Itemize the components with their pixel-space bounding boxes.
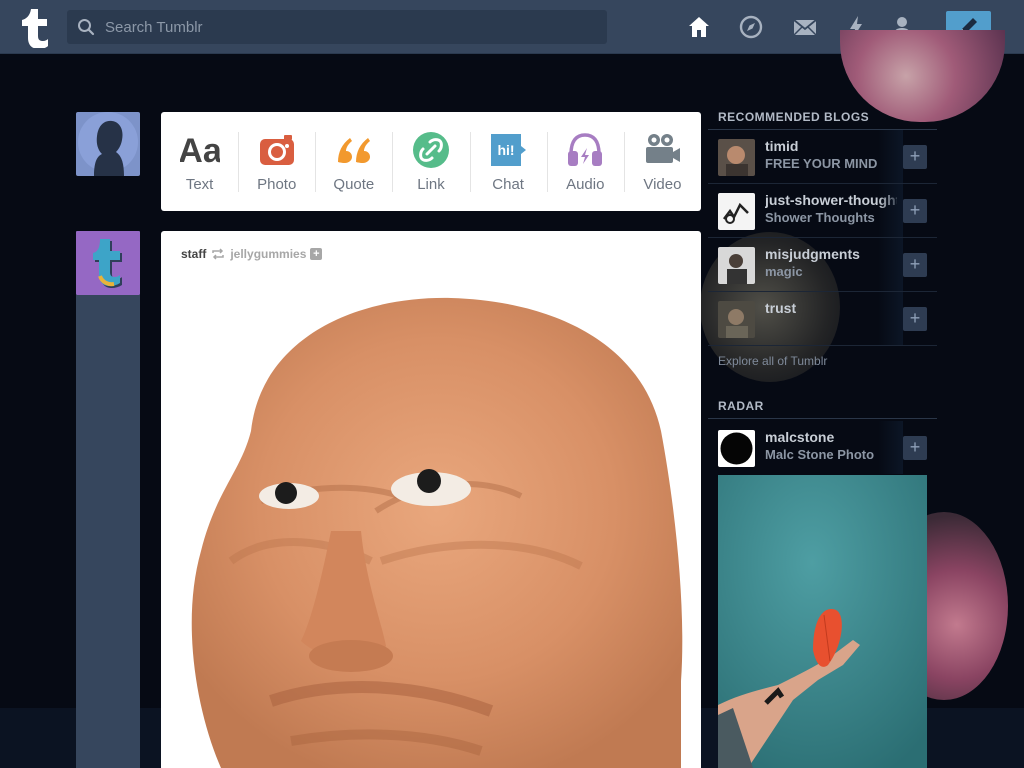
recommended-blog-item[interactable]: misjudgments magic + <box>708 238 937 292</box>
search-icon <box>78 19 95 36</box>
explore-compass-icon[interactable] <box>738 14 764 40</box>
post-type-label: Photo <box>257 176 297 193</box>
svg-text:Aa: Aa <box>180 132 220 170</box>
post-type-label: Chat <box>492 176 524 193</box>
post-type-chat[interactable]: hi! Chat <box>469 112 547 211</box>
post-author-column <box>76 231 140 768</box>
recommended-blog-item[interactable]: timid FREE YOUR MIND + <box>708 130 937 184</box>
radar-post-photo[interactable] <box>718 475 927 768</box>
blog-avatar[interactable] <box>718 193 755 230</box>
post-type-label: Quote <box>333 176 375 193</box>
blog-avatar[interactable] <box>718 301 755 338</box>
search-input[interactable] <box>105 10 600 44</box>
quote-icon <box>337 138 370 163</box>
post-type-link[interactable]: Link <box>392 112 469 211</box>
floating-avatar-bubble <box>840 30 1005 122</box>
text-fade <box>878 421 903 474</box>
dashboard-post: staff jellygummies + <box>161 231 701 768</box>
follow-button[interactable]: + <box>903 436 927 460</box>
blog-avatar[interactable] <box>718 247 755 284</box>
video-camera-icon <box>646 134 681 163</box>
explore-tumblr-link[interactable]: Explore all of Tumblr <box>718 354 827 368</box>
post-type-photo[interactable]: Photo <box>238 112 315 211</box>
recommended-blog-item[interactable]: just-shower-thoughts Shower Thoughts + <box>708 184 937 238</box>
follow-button[interactable]: + <box>903 307 927 331</box>
text-fade <box>878 238 903 291</box>
tumblr-logo-icon[interactable] <box>14 6 54 49</box>
search-bar[interactable] <box>67 10 607 44</box>
post-type-label: Video <box>643 176 682 193</box>
post-type-label: Text <box>185 176 214 193</box>
reblog-icon <box>212 248 225 260</box>
post-author-avatar[interactable] <box>76 231 140 295</box>
divider <box>708 418 937 419</box>
post-header: staff jellygummies + <box>181 247 323 261</box>
radar-blog-item[interactable]: malcstone Malc Stone Photo + <box>708 421 937 475</box>
radar-title: RADAR <box>718 399 764 413</box>
post-photo[interactable] <box>161 281 701 768</box>
chat-hi-icon: hi! <box>491 134 527 166</box>
post-type-label: Audio <box>566 176 605 193</box>
post-type-quote[interactable]: Quote <box>315 112 392 211</box>
reblog-source-link[interactable]: jellygummies <box>230 247 306 261</box>
text-fade <box>878 130 903 183</box>
camera-icon <box>259 135 294 165</box>
post-type-video[interactable]: Video <box>623 112 701 211</box>
blog-avatar[interactable] <box>718 430 755 467</box>
follow-button[interactable]: + <box>903 253 927 277</box>
text-aa-icon: Aa <box>180 132 220 170</box>
recommended-blogs-title: RECOMMENDED BLOGS <box>718 110 870 124</box>
current-user-avatar[interactable] <box>76 112 140 176</box>
text-fade <box>878 184 903 237</box>
post-type-label: Link <box>417 176 445 193</box>
blog-avatar[interactable] <box>718 139 755 176</box>
link-icon <box>412 132 449 168</box>
follow-button[interactable]: + <box>903 145 927 169</box>
svg-text:hi!: hi! <box>498 142 515 158</box>
recommended-blog-item[interactable]: trust + <box>708 292 937 346</box>
post-type-audio[interactable]: Audio <box>546 112 624 211</box>
post-type-bar: Aa Text Photo Quote Link hi! Chat Audio … <box>161 112 701 211</box>
post-type-text[interactable]: Aa Text <box>161 112 238 211</box>
post-author-link[interactable]: staff <box>181 247 206 261</box>
inbox-mail-icon[interactable] <box>792 14 818 40</box>
follow-source-button[interactable]: + <box>310 248 323 260</box>
headphones-icon <box>568 133 603 166</box>
follow-button[interactable]: + <box>903 199 927 223</box>
text-fade <box>878 292 903 345</box>
home-icon[interactable] <box>686 14 712 40</box>
